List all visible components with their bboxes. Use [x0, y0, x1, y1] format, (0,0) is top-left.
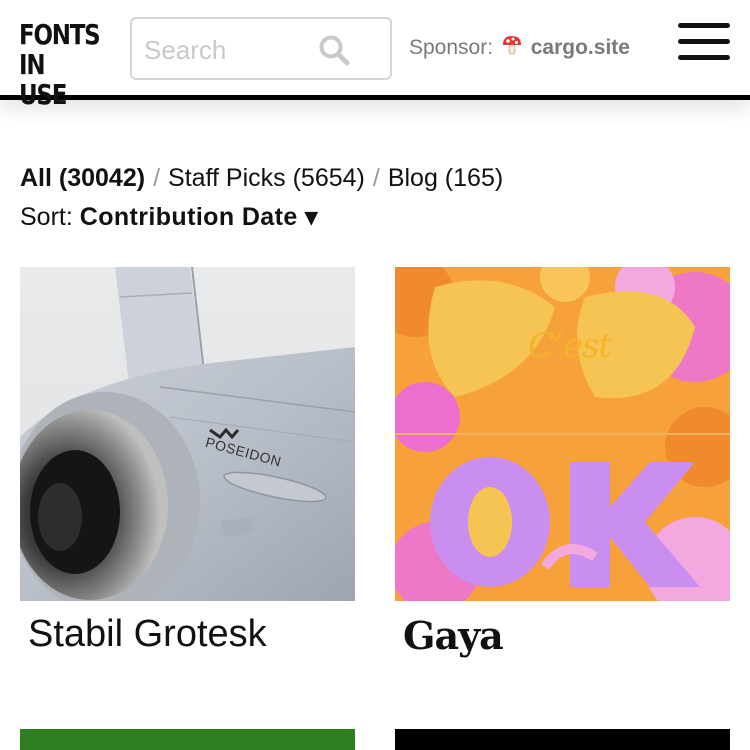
gaya-poster-image — [395, 267, 730, 601]
filter-staff-picks[interactable]: Staff Picks (5654) — [168, 164, 365, 192]
mushroom-icon — [502, 36, 521, 55]
result-card[interactable] — [395, 729, 730, 750]
card-thumbnail[interactable] — [20, 267, 355, 601]
filter-blog[interactable]: Blog (165) — [388, 164, 503, 192]
logo-line-1: FONTS — [19, 18, 101, 51]
result-card[interactable]: Stabil Grotesk — [20, 267, 355, 656]
image-text: C’est — [528, 326, 612, 366]
search-box — [130, 17, 392, 80]
site-header: FONTS IN USE Sponsor: cargo.site — [0, 0, 750, 110]
sort-label: Sort: — [20, 203, 73, 231]
filter-nav: All (30042) / Staff Picks (5654) / Blog (165… — [20, 164, 503, 193]
filter-separator: / — [372, 164, 380, 192]
jet-engine-image — [20, 267, 355, 601]
sort-control: Sort: Contribution Date ▾ — [20, 202, 318, 232]
filter-all[interactable]: All (30042) — [20, 164, 145, 192]
search-icon[interactable] — [318, 34, 350, 66]
fonts-in-use-logo[interactable]: FONTS IN USE — [19, 18, 101, 111]
sort-dropdown[interactable]: Contribution Date ▾ — [80, 203, 318, 231]
sponsor-link[interactable]: cargo.site — [531, 36, 630, 59]
filter-separator: / — [153, 164, 161, 192]
card-thumbnail[interactable] — [395, 267, 730, 601]
sponsor: Sponsor: cargo.site — [409, 34, 630, 60]
card-title[interactable]: Gaya — [395, 613, 730, 658]
hamburger-menu-icon[interactable] — [678, 23, 730, 61]
sponsor-label: Sponsor: — [409, 36, 494, 59]
card-title[interactable]: Stabil Grotesk — [20, 613, 355, 656]
search-input[interactable] — [142, 31, 316, 69]
result-card[interactable] — [20, 729, 355, 750]
logo-line-2: IN USE — [19, 48, 67, 111]
